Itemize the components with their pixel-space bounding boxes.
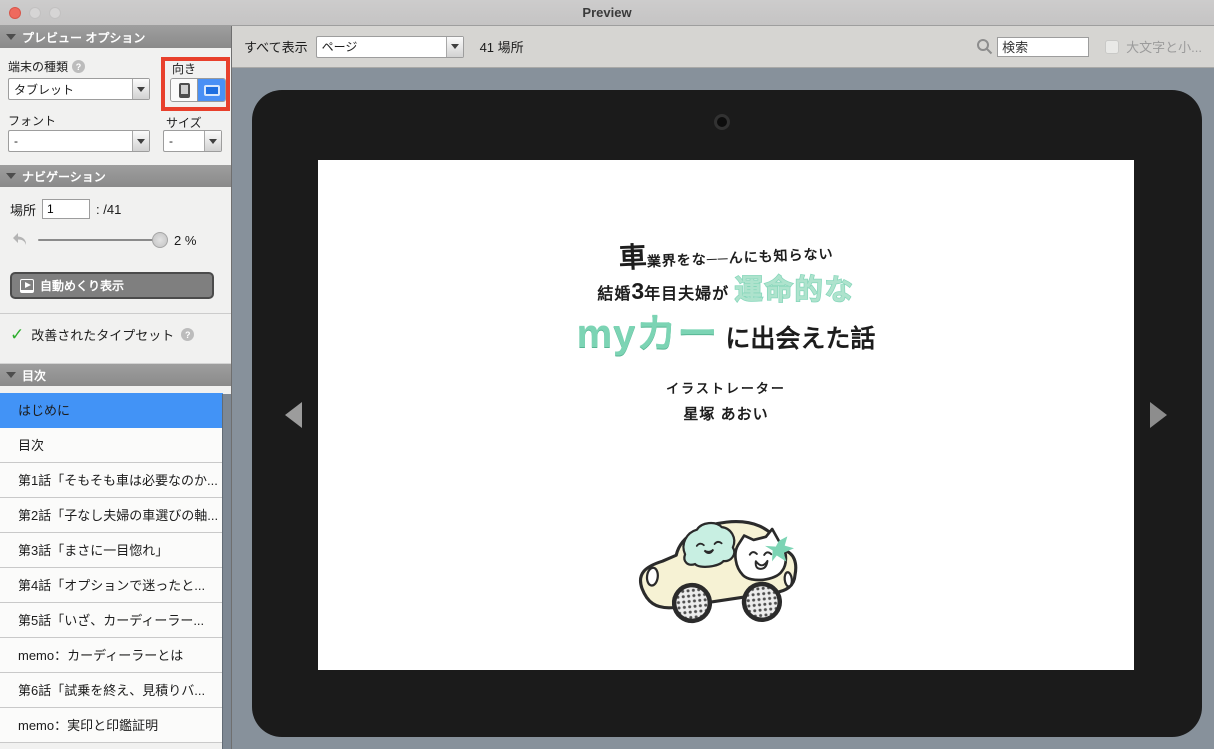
typeset-label: 改善されたタイプセット	[31, 328, 175, 343]
font-value: -	[14, 134, 18, 148]
author-block: イラストレーター 星塚 あおい	[318, 378, 1134, 424]
device-type-select[interactable]: タブレット	[8, 78, 150, 100]
toc-item[interactable]: はじめに	[0, 393, 223, 428]
window-title: Preview	[582, 5, 632, 20]
divider	[0, 313, 231, 314]
font-label: フォント	[8, 114, 57, 128]
section-toc-label: 目次	[22, 368, 47, 383]
next-page-arrow[interactable]	[1150, 402, 1167, 428]
window-titlebar: Preview	[0, 0, 1214, 26]
case-sensitive-checkbox[interactable]	[1105, 39, 1120, 54]
toc-item[interactable]: 第6話「試乗を終え、見積りバ...	[0, 673, 223, 708]
preview-options-panel: 端末の種類 向き タブレット フォント	[0, 48, 231, 165]
device-type-label: 端末の種類	[8, 58, 86, 75]
toc-list: はじめに 目次 第1話「そもそも車は必要なのか... 第2話「子なし夫婦の車選び…	[0, 393, 223, 743]
play-device-icon	[20, 278, 34, 293]
view-mode-select[interactable]: ページ	[315, 35, 464, 58]
chevron-down-icon	[6, 34, 16, 40]
main-area: すべて表示 ページ 41 場所 大文字と小...	[232, 26, 1214, 749]
size-label: サイズ	[166, 116, 202, 130]
preview-viewport: 車業界をな──んにも知らない 結婚3年目夫婦が 運命的な myカー に出会えた話…	[232, 68, 1214, 749]
traffic-lights	[9, 7, 61, 19]
author-role: イラストレーター	[666, 381, 786, 396]
progress-percent: 2 %	[174, 232, 197, 248]
view-mode-value: ページ	[321, 40, 358, 54]
orientation-landscape-button[interactable]	[198, 79, 225, 101]
toc-item[interactable]: 第2話「子なし夫婦の車選びの軸...	[0, 498, 223, 533]
toc-item[interactable]: 第4話「オプションで迷ったと...	[0, 568, 223, 603]
chevron-down-icon	[132, 79, 149, 99]
search-input[interactable]	[997, 36, 1090, 57]
tablet-frame: 車業界をな──んにも知らない 結婚3年目夫婦が 運命的な myカー に出会えた話…	[252, 90, 1202, 737]
toc-item[interactable]: 第1話「そもそも車は必要なのか...	[0, 463, 223, 498]
tablet-camera-icon	[714, 114, 730, 130]
sidebar-scrollbar[interactable]	[222, 394, 231, 749]
main-toolbar: すべて表示 ページ 41 場所 大文字と小...	[232, 26, 1214, 68]
location-input[interactable]	[42, 199, 91, 219]
case-sensitive-label: 大文字と小...	[1126, 40, 1202, 55]
toc-item[interactable]: memo：カーディーラーとは	[0, 638, 223, 673]
toc-item[interactable]: 第3話「まさに一目惚れ」	[0, 533, 223, 568]
progress-slider[interactable]	[38, 232, 168, 248]
car-illustration	[623, 505, 803, 635]
typeset-status: 改善されたタイプセット	[10, 325, 195, 344]
section-navigation[interactable]: ナビゲーション	[0, 165, 231, 187]
spacer	[0, 386, 231, 393]
location-count: 41 場所	[479, 40, 524, 55]
sidebar: プレビュー オプション 端末の種類 向き タブレット	[0, 26, 232, 749]
help-icon[interactable]	[181, 328, 195, 341]
device-type-value: タブレット	[14, 82, 75, 97]
section-toc[interactable]: 目次	[0, 364, 231, 386]
undo-icon[interactable]	[10, 231, 30, 249]
section-preview-options[interactable]: プレビュー オプション	[0, 26, 231, 48]
toc-item[interactable]: 目次	[0, 428, 223, 463]
section-preview-options-label: プレビュー オプション	[22, 30, 146, 45]
search-icon	[976, 38, 993, 55]
chevron-down-icon	[6, 372, 16, 378]
zoom-window-button[interactable]	[49, 7, 61, 19]
close-window-button[interactable]	[9, 7, 21, 19]
location-label: 場所	[10, 202, 37, 218]
show-all-label: すべて表示	[244, 40, 308, 55]
portrait-device-icon	[178, 82, 190, 98]
book-page[interactable]: 車業界をな──んにも知らない 結婚3年目夫婦が 運命的な myカー に出会えた話…	[318, 160, 1134, 670]
landscape-device-icon	[203, 84, 220, 96]
auto-page-turn-label: 自動めくり表示	[40, 279, 125, 293]
orientation-toggle	[170, 78, 226, 102]
auto-page-turn-button[interactable]: 自動めくり表示	[10, 272, 214, 299]
chevron-down-icon	[132, 131, 149, 151]
previous-page-arrow[interactable]	[285, 402, 302, 428]
author-name: 星塚 あおい	[683, 406, 769, 423]
navigation-panel: 場所 : /41 2 % 自動めくり表示 改善	[0, 187, 231, 364]
chevron-down-icon	[6, 173, 16, 179]
size-value: -	[169, 134, 173, 148]
help-icon[interactable]	[72, 60, 86, 73]
font-select[interactable]: -	[8, 130, 150, 152]
minimize-window-button[interactable]	[29, 7, 41, 19]
chevron-down-icon	[445, 36, 463, 57]
check-icon	[10, 326, 24, 343]
slider-thumb[interactable]	[152, 232, 168, 248]
chevron-down-icon	[204, 131, 221, 151]
orientation-label: 向き	[172, 62, 197, 76]
book-title-line3: myカー に出会えた話	[576, 312, 876, 356]
orientation-portrait-button[interactable]	[171, 79, 198, 101]
location-total: : /41	[96, 201, 122, 217]
slider-track	[38, 239, 166, 241]
book-title: 車業界をな──んにも知らない 結婚3年目夫婦が 運命的な myカー に出会えた話	[318, 236, 1134, 359]
size-select[interactable]: -	[163, 130, 222, 152]
toc-item[interactable]: memo：実印と印鑑証明	[0, 708, 223, 743]
section-navigation-label: ナビゲーション	[22, 169, 106, 184]
toc-item[interactable]: 第5話「いざ、カーディーラー...	[0, 603, 223, 638]
